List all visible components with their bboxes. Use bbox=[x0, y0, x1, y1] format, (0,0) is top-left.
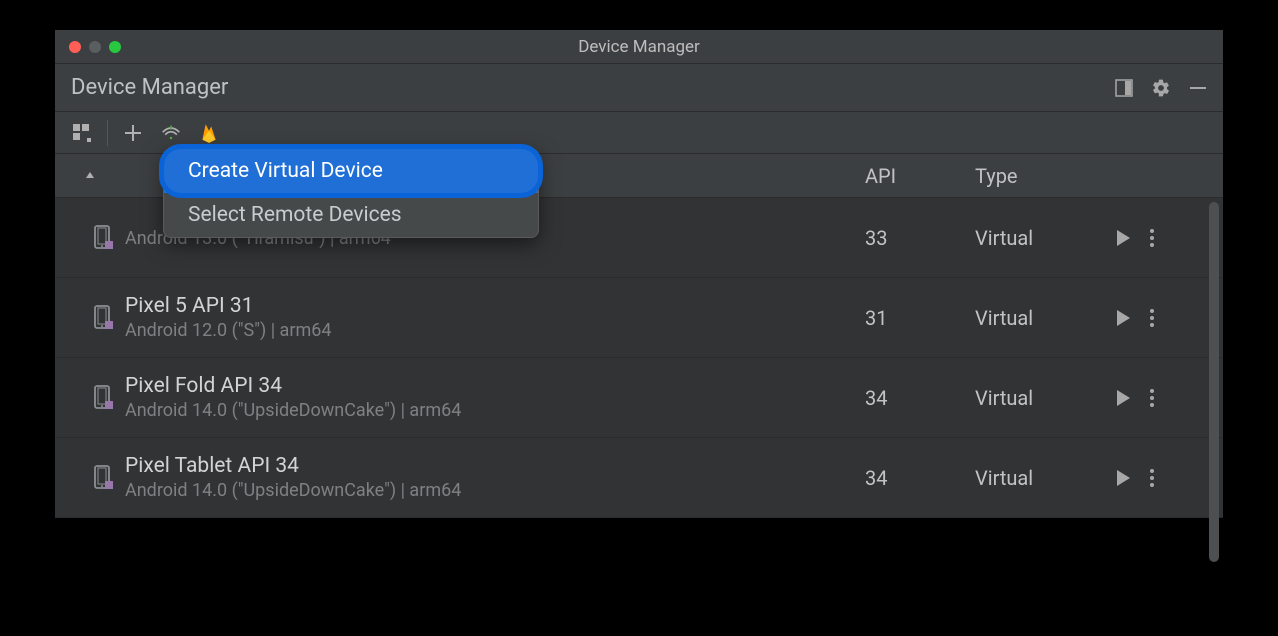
minimize-icon[interactable] bbox=[89, 41, 101, 53]
table-row[interactable]: Pixel Tablet API 34Android 14.0 ("Upside… bbox=[55, 438, 1223, 518]
play-button[interactable] bbox=[1115, 309, 1131, 327]
device-type: Virtual bbox=[975, 226, 1115, 250]
more-options-button[interactable] bbox=[1149, 468, 1155, 488]
traffic-lights bbox=[55, 41, 121, 53]
window: Device Manager Device Manager bbox=[55, 30, 1223, 518]
grid-view-icon[interactable] bbox=[65, 116, 99, 150]
panel-title: Device Manager bbox=[71, 75, 228, 100]
toolbar-separator bbox=[107, 120, 108, 146]
menu-create-virtual-device[interactable]: Create Virtual Device bbox=[164, 149, 538, 193]
add-device-menu: Create Virtual Device Select Remote Devi… bbox=[163, 148, 539, 238]
device-actions bbox=[1115, 308, 1223, 328]
device-phone-icon bbox=[55, 225, 125, 251]
col-type[interactable]: Type bbox=[975, 164, 1115, 188]
scrollbar[interactable] bbox=[1209, 202, 1219, 562]
table-row[interactable]: Pixel 5 API 31Android 12.0 ("S") | arm64… bbox=[55, 278, 1223, 358]
more-options-button[interactable] bbox=[1149, 388, 1155, 408]
wifi-pair-icon[interactable] bbox=[154, 116, 188, 150]
device-name-cell: Pixel Tablet API 34Android 14.0 ("Upside… bbox=[125, 454, 865, 501]
maximize-icon[interactable] bbox=[109, 41, 121, 53]
device-phone-icon bbox=[55, 465, 125, 491]
play-button[interactable] bbox=[1115, 229, 1131, 247]
sort-indicator[interactable] bbox=[55, 170, 125, 182]
device-subtitle: Android 14.0 ("UpsideDownCake") | arm64 bbox=[125, 480, 865, 501]
device-api: 34 bbox=[865, 466, 975, 490]
device-name-cell: Pixel 5 API 31Android 12.0 ("S") | arm64 bbox=[125, 294, 865, 341]
col-api[interactable]: API bbox=[865, 164, 975, 188]
play-button[interactable] bbox=[1115, 389, 1131, 407]
device-name: Pixel Fold API 34 bbox=[125, 374, 865, 398]
more-options-button[interactable] bbox=[1149, 308, 1155, 328]
add-device-button[interactable] bbox=[116, 116, 150, 150]
menu-select-remote-devices[interactable]: Select Remote Devices bbox=[164, 193, 538, 237]
firebase-icon[interactable] bbox=[192, 116, 226, 150]
panel-header: Device Manager bbox=[55, 64, 1223, 112]
device-type: Virtual bbox=[975, 386, 1115, 410]
window-title: Device Manager bbox=[578, 37, 700, 57]
device-api: 33 bbox=[865, 226, 975, 250]
device-name: Pixel Tablet API 34 bbox=[125, 454, 865, 478]
device-name-cell: Pixel Fold API 34Android 14.0 ("UpsideDo… bbox=[125, 374, 865, 421]
device-phone-icon bbox=[55, 385, 125, 411]
device-subtitle: Android 12.0 ("S") | arm64 bbox=[125, 320, 865, 341]
gear-icon[interactable] bbox=[1151, 78, 1171, 98]
dock-icon[interactable] bbox=[1115, 79, 1133, 97]
play-button[interactable] bbox=[1115, 469, 1131, 487]
device-name: Pixel 5 API 31 bbox=[125, 294, 865, 318]
device-actions bbox=[1115, 468, 1223, 488]
device-phone-icon bbox=[55, 305, 125, 331]
close-icon[interactable] bbox=[69, 41, 81, 53]
device-type: Virtual bbox=[975, 306, 1115, 330]
table-row[interactable]: Pixel Fold API 34Android 14.0 ("UpsideDo… bbox=[55, 358, 1223, 438]
device-api: 31 bbox=[865, 306, 975, 330]
device-type: Virtual bbox=[975, 466, 1115, 490]
device-actions bbox=[1115, 228, 1223, 248]
more-options-button[interactable] bbox=[1149, 228, 1155, 248]
device-actions bbox=[1115, 388, 1223, 408]
titlebar: Device Manager bbox=[55, 30, 1223, 64]
device-api: 34 bbox=[865, 386, 975, 410]
toolbar: Create Virtual Device Select Remote Devi… bbox=[55, 112, 1223, 154]
minimize-panel-icon[interactable] bbox=[1189, 79, 1207, 97]
device-subtitle: Android 14.0 ("UpsideDownCake") | arm64 bbox=[125, 400, 865, 421]
